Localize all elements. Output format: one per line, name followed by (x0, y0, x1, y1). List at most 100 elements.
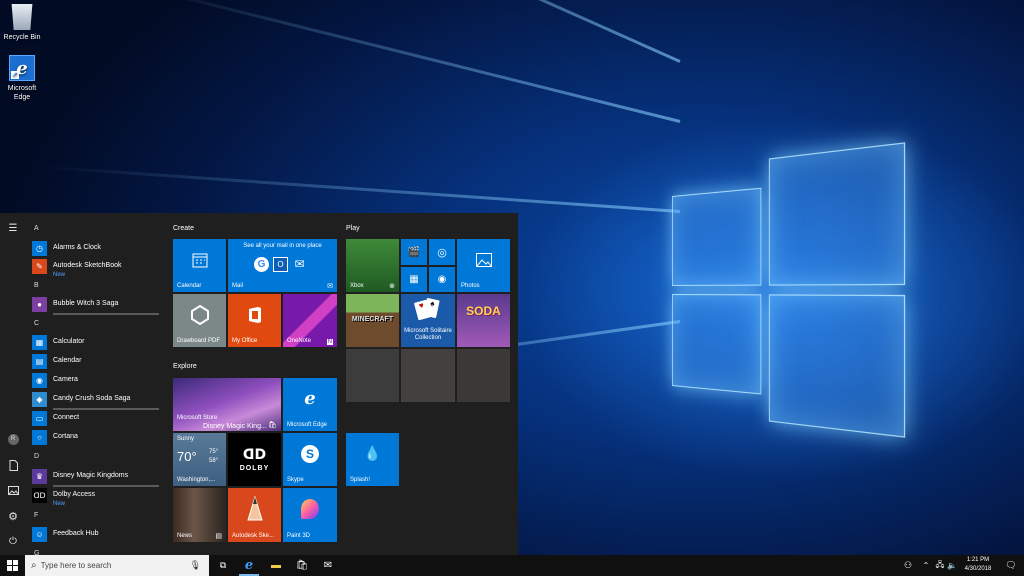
disney-icon: ♛ (32, 468, 47, 484)
tile-dolby[interactable]: ᗡᗞ DOLBY (228, 433, 281, 486)
group-label-play[interactable]: Play (346, 225, 360, 232)
tile-label: Microsoft Edge (287, 422, 328, 428)
app-name: Feedback Hub (53, 530, 99, 537)
group-label-explore[interactable]: Explore (173, 363, 197, 370)
hamburger-menu-button[interactable]: ☰ (0, 217, 26, 239)
app-name: Dolby Access (53, 490, 96, 498)
sketchbook-icon (228, 488, 281, 530)
music-disc-icon: ◎ (437, 246, 447, 259)
people-button[interactable]: ⚇ (900, 555, 916, 576)
tile-onenote[interactable]: OneNote N (283, 294, 337, 347)
tile-calculator[interactable]: ▦ (401, 267, 427, 292)
documents-button[interactable] (0, 454, 26, 476)
tile-mail[interactable]: See all your mail in one place G O ✉ Mai… (228, 239, 337, 292)
tile-microsoft-edge[interactable]: e Microsoft Edge (283, 378, 337, 431)
app-autodesk-sketchbook[interactable]: ✎ Autodesk SketchBook New (32, 258, 162, 278)
tile-label: Skype (287, 477, 304, 483)
taskbar-mail-button[interactable]: ✉ (316, 555, 340, 576)
account-button[interactable]: R (0, 428, 26, 450)
app-candy-crush-soda[interactable]: ◆ Candy Crush Soda Saga (32, 391, 162, 410)
tile-label: Microsoft Solitaire Collection (404, 328, 452, 341)
app-calendar[interactable]: ▤ Calendar (32, 353, 162, 369)
action-center-button[interactable]: 🗨 (1002, 555, 1020, 576)
show-hidden-icons-button[interactable]: ⌃ (920, 555, 932, 576)
task-view-button[interactable]: ⧉ (212, 555, 234, 576)
tile-drawboard-pdf[interactable]: Drawboard PDF (173, 294, 226, 347)
tile-label: My Office (232, 338, 258, 344)
network-button[interactable]: 🖧 (934, 555, 946, 576)
desktop-icon-microsoft-edge[interactable]: e ↗ Microsoft Edge (0, 55, 44, 102)
tile-camera[interactable]: ◉ (429, 267, 455, 292)
app-name: Cortana (53, 433, 78, 440)
tile-minecraft[interactable]: MINECRAFT (346, 294, 399, 347)
app-camera[interactable]: ◉ Camera (32, 372, 162, 388)
app-disney-magic-kingdoms[interactable]: ♛ Disney Magic Kingdoms (32, 468, 162, 487)
app-name: Disney Magic Kingdoms (53, 472, 129, 479)
connect-icon: ▭ (32, 410, 47, 426)
clock-date: 4/30/2018 (964, 566, 992, 572)
tile-microsoft-store[interactable]: Disney Magic King... Microsoft Store 🛍 (173, 378, 281, 431)
soda-logo: SODA (466, 304, 501, 318)
settings-button[interactable]: ⚙ (0, 505, 26, 527)
xbox-badge-icon: ⊗ (389, 283, 395, 290)
film-icon: 🎬 (407, 246, 421, 258)
app-list[interactable]: A ◷ Alarms & Clock ✎ Autodesk SketchBook… (30, 223, 164, 555)
calculator-icon: ▦ (32, 334, 47, 350)
tile-calendar[interactable]: Calendar (173, 239, 226, 292)
tile-paint-3d[interactable]: Paint 3D (283, 488, 337, 542)
tile-weather[interactable]: Sunny 70° 75° 58° Washington,... (173, 433, 226, 486)
tile-label: Drawboard PDF (177, 338, 221, 344)
group-label-create[interactable]: Create (173, 225, 194, 232)
app-calculator[interactable]: ▦ Calculator (32, 334, 162, 350)
tile-disney-game[interactable] (346, 349, 399, 402)
feedback-icon: ☺ (32, 526, 47, 542)
tile-candy-crush-soda[interactable]: SODA (457, 294, 510, 347)
app-list-letter-d[interactable]: D (34, 453, 39, 460)
taskbar-store-button[interactable]: 🛍 (290, 555, 314, 576)
search-input[interactable] (40, 561, 181, 570)
app-list-letter-a[interactable]: A (34, 225, 39, 232)
app-connect[interactable]: ▭ Connect (32, 410, 162, 426)
tile-label: Mail (232, 283, 244, 289)
power-button[interactable]: ⏻ (0, 530, 26, 552)
desktop-icon-recycle-bin[interactable]: Recycle Bin (0, 4, 44, 42)
calendar-icon: ▤ (32, 353, 47, 369)
app-list-letter-b[interactable]: B (34, 282, 39, 289)
sketchbook-icon: ✎ (32, 258, 47, 274)
tile-photos[interactable]: Photos (457, 239, 510, 292)
tile-label: Paint 3D (287, 533, 311, 539)
tile-solitaire[interactable]: ♥ ♠ Microsoft Solitaire Collection (401, 294, 455, 347)
app-bubble-witch[interactable]: ● Bubble Witch 3 Saga (32, 296, 162, 315)
tile-news[interactable]: News ▤ (173, 488, 226, 542)
app-name: Calendar (53, 357, 82, 364)
edge-icon: e ↗ (9, 55, 35, 81)
taskbar-edge-button[interactable]: e (236, 555, 262, 576)
tile-autodesk-sketchbook[interactable]: Autodesk Ske... (228, 488, 281, 542)
windows-logo-graphic (672, 142, 912, 438)
hamburger-icon: ☰ (8, 222, 18, 234)
tile-bubble-witch[interactable] (401, 349, 455, 402)
volume-button[interactable]: 🔈 (946, 555, 958, 576)
app-dolby-access[interactable]: ᗡᗞ Dolby Access New (32, 487, 162, 507)
microphone-icon[interactable]: 🎙 (190, 560, 201, 571)
tile-my-office[interactable]: My Office (228, 294, 281, 347)
calculator-icon: ▦ (409, 274, 419, 285)
taskbar-search-box[interactable]: ⌕ 🎙 (25, 555, 209, 576)
tile-movies-tv[interactable]: 🎬 (401, 239, 427, 265)
tile-march-of-empires[interactable] (457, 349, 510, 402)
app-feedback-hub[interactable]: ☺ Feedback Hub (32, 526, 162, 542)
taskbar-file-explorer-button[interactable]: ▬ (264, 555, 288, 576)
pictures-button[interactable] (0, 479, 26, 501)
start-rail: ☰ R ⚙ ⏻ (0, 213, 26, 555)
tile-skype[interactable]: S Skype (283, 433, 337, 486)
start-button[interactable] (0, 555, 25, 576)
app-name: Bubble Witch 3 Saga (53, 300, 119, 307)
app-cortana[interactable]: ○ Cortana (32, 429, 162, 445)
dolby-wordmark: DOLBY (239, 465, 270, 472)
app-list-letter-f[interactable]: F (34, 512, 38, 519)
tile-splash[interactable]: 💧 Splash! (346, 433, 399, 486)
tile-xbox[interactable]: Xbox ⊗ (346, 239, 399, 292)
tile-groove-music[interactable]: ◎ (429, 239, 455, 265)
app-list-letter-c[interactable]: C (34, 320, 39, 327)
taskbar-clock[interactable]: 1:21 PM 4/30/2018 (958, 556, 998, 574)
